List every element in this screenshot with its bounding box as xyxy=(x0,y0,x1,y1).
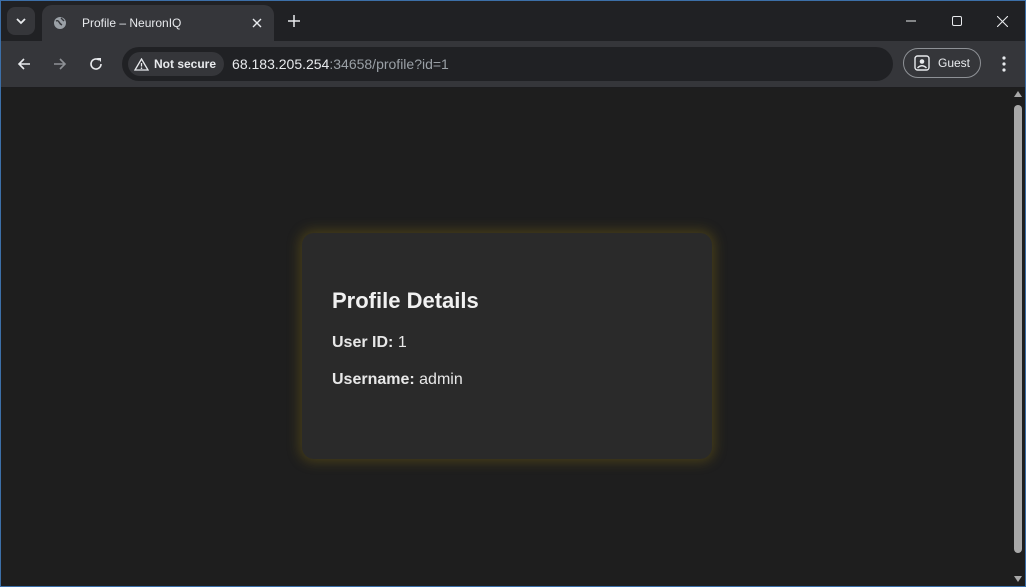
maximize-icon xyxy=(952,16,962,26)
security-label: Not secure xyxy=(154,57,217,71)
username-label: Username: xyxy=(332,371,415,388)
close-icon[interactable] xyxy=(247,13,267,33)
reload-icon xyxy=(90,58,102,70)
user-id-row: User ID: 1 xyxy=(332,334,682,352)
maximize-button[interactable] xyxy=(934,1,980,41)
username-value: admin xyxy=(419,371,463,388)
warning-icon xyxy=(134,57,149,71)
tab-search-icon xyxy=(16,18,26,25)
more-icon xyxy=(1002,56,1006,72)
browser-window: Profile – NeuronIQ Not secure 68.183.205… xyxy=(0,0,1026,587)
minimize-button[interactable] xyxy=(888,1,934,41)
guest-icon xyxy=(914,55,930,71)
url-text: 68.183.205.254:34658/profile?id=1 xyxy=(232,56,449,72)
tab-strip: Profile – NeuronIQ xyxy=(1,1,1025,41)
username-row: Username: admin xyxy=(332,371,682,389)
tab-search-button[interactable] xyxy=(7,7,35,35)
window-close-button[interactable] xyxy=(979,1,1025,41)
tab-title: Profile – NeuronIQ xyxy=(82,16,182,30)
vertical-scrollbar[interactable] xyxy=(1010,88,1025,586)
back-button[interactable] xyxy=(9,49,39,79)
user-id-value: 1 xyxy=(397,334,407,351)
back-icon xyxy=(17,58,30,70)
reload-button[interactable] xyxy=(81,49,111,79)
url-path: :34658/profile?id=1 xyxy=(329,56,449,72)
page-viewport: Profile Details User ID: 1 Username: adm… xyxy=(1,88,1025,586)
url-host: 68.183.205.254 xyxy=(232,56,330,72)
plus-icon xyxy=(288,15,300,27)
security-chip[interactable]: Not secure xyxy=(128,52,225,76)
scroll-thumb[interactable] xyxy=(1014,105,1022,553)
card-title: Profile Details xyxy=(332,288,479,313)
window-close-icon xyxy=(996,15,1008,27)
tab-profile[interactable]: Profile – NeuronIQ xyxy=(42,5,274,41)
scroll-down-arrow[interactable] xyxy=(1014,576,1022,582)
menu-button[interactable] xyxy=(991,49,1017,79)
profile-button[interactable]: Guest xyxy=(903,48,981,78)
new-tab-button[interactable] xyxy=(282,9,306,33)
user-id-label: User ID: xyxy=(332,334,394,351)
globe-icon xyxy=(52,15,68,31)
profile-label: Guest xyxy=(937,56,970,70)
minimize-icon xyxy=(906,20,916,22)
profile-card: Profile Details User ID: 1 Username: adm… xyxy=(302,233,712,459)
toolbar: Not secure 68.183.205.254:34658/profile?… xyxy=(1,41,1025,88)
address-bar[interactable]: Not secure 68.183.205.254:34658/profile?… xyxy=(122,47,893,81)
scroll-up-arrow[interactable] xyxy=(1014,91,1022,97)
forward-icon xyxy=(54,58,67,70)
forward-button[interactable] xyxy=(45,49,75,79)
